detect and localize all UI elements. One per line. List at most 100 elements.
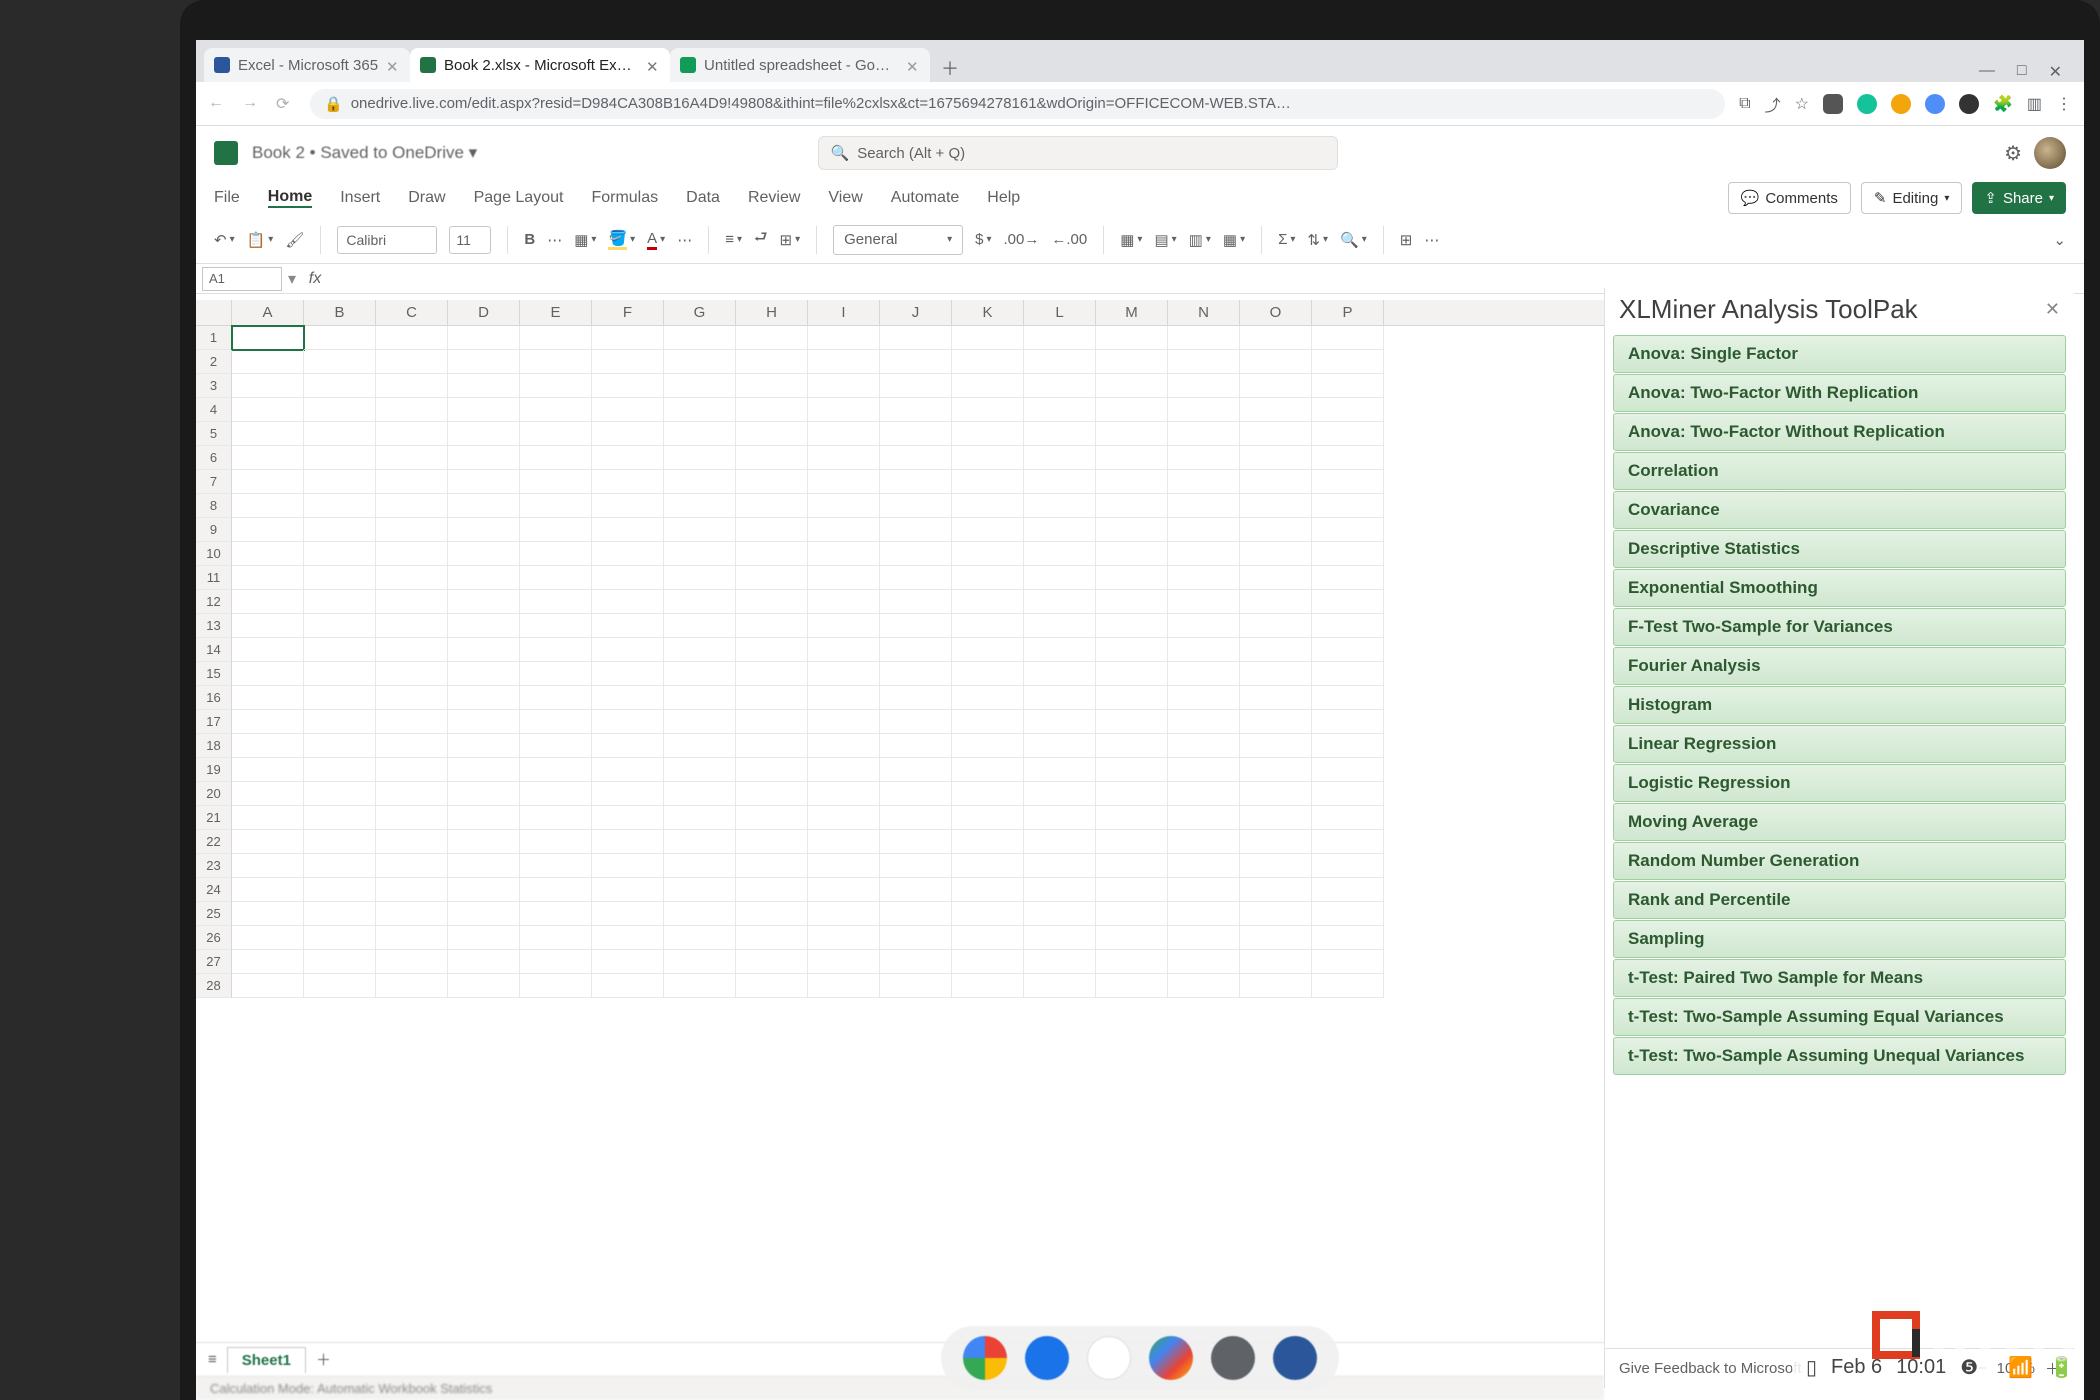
cell[interactable] [1168, 326, 1240, 350]
share-page-icon[interactable]: ⤴ [1765, 92, 1781, 116]
cell[interactable] [592, 782, 664, 806]
sheet-tab[interactable]: Sheet1 [227, 1347, 306, 1373]
analysis-item[interactable]: t-Test: Two-Sample Assuming Equal Varian… [1613, 998, 2066, 1036]
cell[interactable] [520, 422, 592, 446]
cell[interactable] [304, 782, 376, 806]
bookmark-icon[interactable]: ☆ [1795, 94, 1809, 114]
cell[interactable] [304, 902, 376, 926]
cell[interactable] [520, 686, 592, 710]
cell[interactable] [448, 446, 520, 470]
cell[interactable] [376, 398, 448, 422]
cell[interactable] [1312, 686, 1384, 710]
cell[interactable] [736, 686, 808, 710]
tab-page-layout[interactable]: Page Layout [474, 189, 564, 207]
cell[interactable] [376, 662, 448, 686]
cell[interactable] [664, 566, 736, 590]
cell[interactable] [952, 566, 1024, 590]
cell[interactable] [1024, 710, 1096, 734]
font-name-select[interactable]: Calibri [337, 226, 437, 254]
cell[interactable] [952, 806, 1024, 830]
cell[interactable] [736, 566, 808, 590]
cell[interactable] [808, 782, 880, 806]
column-header[interactable]: L [1024, 300, 1096, 325]
analyze-data-button[interactable]: ⊞ [1400, 231, 1413, 249]
more-button[interactable]: ⋯ [677, 231, 692, 249]
cell[interactable] [952, 758, 1024, 782]
cell[interactable] [808, 518, 880, 542]
files-app-icon[interactable] [1025, 1336, 1069, 1380]
ublock-icon[interactable] [1823, 94, 1843, 114]
tab-formulas[interactable]: Formulas [591, 189, 658, 207]
cell[interactable] [376, 470, 448, 494]
row-header[interactable]: 7 [196, 470, 232, 494]
name-box-dropdown-icon[interactable]: ▾ [282, 269, 302, 289]
cell[interactable] [664, 638, 736, 662]
reload-icon[interactable]: ⟳ [276, 94, 296, 114]
column-header[interactable]: B [304, 300, 376, 325]
cell[interactable] [952, 974, 1024, 998]
cell[interactable] [592, 590, 664, 614]
url-input[interactable]: 🔒 onedrive.live.com/edit.aspx?resid=D984… [310, 89, 1725, 119]
cell[interactable] [232, 974, 304, 998]
cell[interactable] [1240, 974, 1312, 998]
cell[interactable] [376, 326, 448, 350]
share-button[interactable]: ⇪Share▾ [1972, 182, 2066, 214]
cell[interactable] [1312, 710, 1384, 734]
cell[interactable] [520, 638, 592, 662]
cell[interactable] [1240, 326, 1312, 350]
currency-button[interactable]: $▾ [975, 231, 991, 248]
cell[interactable] [520, 614, 592, 638]
cell[interactable] [448, 758, 520, 782]
extension-icon[interactable] [1959, 94, 1979, 114]
cell[interactable] [1024, 494, 1096, 518]
row-header[interactable]: 13 [196, 614, 232, 638]
cell[interactable] [736, 470, 808, 494]
cell[interactable] [232, 590, 304, 614]
row-header[interactable]: 8 [196, 494, 232, 518]
cell[interactable] [808, 734, 880, 758]
slack-app-icon[interactable] [1087, 1336, 1131, 1380]
extension-icon[interactable] [1925, 94, 1945, 114]
cell[interactable] [304, 470, 376, 494]
cell[interactable] [736, 518, 808, 542]
cell[interactable] [1096, 758, 1168, 782]
row-header[interactable]: 24 [196, 878, 232, 902]
cell[interactable] [808, 590, 880, 614]
maximize-icon[interactable]: □ [2017, 62, 2027, 82]
cell[interactable] [808, 902, 880, 926]
cell[interactable] [592, 398, 664, 422]
cell[interactable] [1024, 446, 1096, 470]
cell[interactable] [880, 710, 952, 734]
cell[interactable] [1240, 710, 1312, 734]
cell[interactable] [592, 350, 664, 374]
cell[interactable] [592, 422, 664, 446]
cell[interactable] [1240, 662, 1312, 686]
cell[interactable] [1168, 638, 1240, 662]
browser-tab[interactable]: Untitled spreadsheet - Google Sh… ✕ [670, 48, 930, 82]
cell[interactable] [952, 830, 1024, 854]
cell[interactable] [232, 830, 304, 854]
cell[interactable] [592, 806, 664, 830]
cell[interactable] [808, 950, 880, 974]
cell[interactable] [1168, 662, 1240, 686]
cell[interactable] [1312, 350, 1384, 374]
analysis-item[interactable]: Moving Average [1613, 803, 2066, 841]
row-header[interactable]: 27 [196, 950, 232, 974]
analysis-item[interactable]: Sampling [1613, 920, 2066, 958]
cell[interactable] [952, 638, 1024, 662]
cell[interactable] [952, 926, 1024, 950]
cell[interactable] [1168, 830, 1240, 854]
cell[interactable] [952, 734, 1024, 758]
conditional-format-button[interactable]: ▦▾ [1120, 231, 1142, 249]
cell[interactable] [448, 926, 520, 950]
cell[interactable] [1024, 926, 1096, 950]
cell[interactable] [376, 950, 448, 974]
cell[interactable] [520, 590, 592, 614]
cell[interactable] [232, 326, 304, 350]
cell[interactable] [448, 614, 520, 638]
cell[interactable] [1168, 398, 1240, 422]
cell[interactable] [376, 566, 448, 590]
row-header[interactable]: 2 [196, 350, 232, 374]
cell[interactable] [880, 422, 952, 446]
cell[interactable] [232, 950, 304, 974]
